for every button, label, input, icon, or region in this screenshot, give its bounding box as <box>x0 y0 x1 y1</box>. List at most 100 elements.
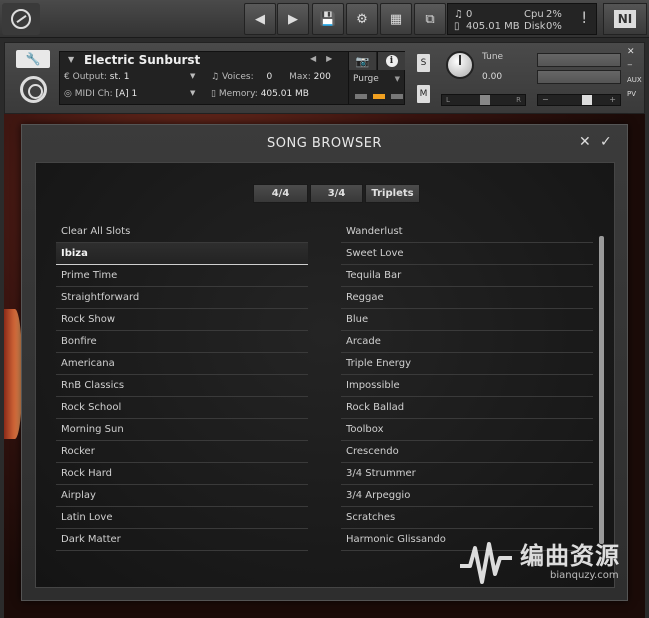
list-item[interactable]: Rock School <box>56 397 308 419</box>
list-item[interactable]: Latin Love <box>56 507 308 529</box>
mute-button[interactable]: M <box>417 85 430 103</box>
list-item[interactable]: Rock Show <box>56 309 308 331</box>
output-field[interactable]: € Output: st. 1 <box>64 72 129 82</box>
cpu-value: 2% <box>546 9 562 20</box>
tab-3-4[interactable]: 3/4 <box>310 184 363 203</box>
led-left <box>355 94 367 99</box>
alert-icon[interactable]: ! <box>581 10 587 26</box>
toolbar-memory: 405.01 MB <box>466 21 520 32</box>
tune-knob[interactable] <box>446 51 474 79</box>
purge-label: Purge <box>353 74 379 84</box>
list-item[interactable]: Rock Ballad <box>341 397 593 419</box>
watermark-logo-icon <box>460 542 512 584</box>
kontakt-instrument-icon[interactable] <box>20 76 47 103</box>
tune-label: Tune <box>482 52 504 62</box>
disk-label: Disk <box>524 21 546 32</box>
output-dropdown-icon[interactable]: ▼ <box>190 72 195 80</box>
chevron-down-icon[interactable]: ▼ <box>68 55 74 64</box>
next-icon[interactable]: ▶ <box>277 3 309 35</box>
list-item[interactable]: Arcade <box>341 331 593 353</box>
midi-channel-field[interactable]: ◎ MIDI Ch: [A] 1 <box>64 89 137 99</box>
scrollbar[interactable] <box>599 236 604 544</box>
list-item[interactable]: Prime Time <box>56 265 308 287</box>
close-instrument-icon[interactable]: ✕ <box>627 47 635 57</box>
list-item-clear-all-slots[interactable]: Clear All Slots <box>56 221 308 243</box>
pv-button[interactable]: PV <box>627 90 636 98</box>
tab-triplets[interactable]: Triplets <box>365 184 420 203</box>
minus-icon: − <box>542 95 549 104</box>
cpu-label: Cpu <box>524 9 544 20</box>
list-item[interactable]: Morning Sun <box>56 419 308 441</box>
list-item[interactable]: Crescendo <box>341 441 593 463</box>
list-item[interactable]: Dark Matter <box>56 529 308 551</box>
list-item[interactable]: RnB Classics <box>56 375 308 397</box>
ni-logo[interactable]: NI <box>603 3 647 35</box>
kontakt-logo-icon[interactable] <box>2 3 40 35</box>
wrench-icon[interactable]: 🔧 <box>16 50 50 68</box>
watermark: 编曲资源 bianquzy.com <box>458 532 638 588</box>
instrument-name-box: ▼ Electric Sunburst ◀▶ 📷 i € Output: st.… <box>59 51 405 105</box>
list-item[interactable]: Sweet Love <box>341 243 593 265</box>
purge-menu[interactable]: Purge ▼ <box>348 70 405 105</box>
led-right <box>391 94 403 99</box>
toolbar-voices: 0 <box>466 9 473 20</box>
list-item[interactable]: Rocker <box>56 441 308 463</box>
voices-icon: ♫ <box>454 9 463 20</box>
tab-4-4[interactable]: 4/4 <box>253 184 308 203</box>
camera-icon[interactable]: 📷 <box>348 52 376 70</box>
list-item[interactable]: Tequila Bar <box>341 265 593 287</box>
list-item[interactable]: Scratches <box>341 507 593 529</box>
instrument-nav-arrows-icon[interactable]: ◀▶ <box>310 54 342 63</box>
layout-icon[interactable]: ▦ <box>380 3 412 35</box>
level-meter-left <box>537 53 621 67</box>
kontakt-toolbar: ◀ ▶ 💾 ⚙ ▦ ⧉ ♫ 0 ▯ 405.01 MB Cpu 2% Disk … <box>0 0 649 38</box>
solo-button[interactable]: S <box>417 54 430 72</box>
previous-icon[interactable]: ◀ <box>244 3 276 35</box>
list-item[interactable]: Straightforward <box>56 287 308 309</box>
aux-button[interactable]: AUX <box>627 76 642 84</box>
pan-handle[interactable] <box>480 95 490 105</box>
list-item[interactable]: Bonfire <box>56 331 308 353</box>
list-item[interactable]: 3/4 Strummer <box>341 463 593 485</box>
tune-value: 0.00 <box>482 72 503 82</box>
watermark-url: bianquzy.com <box>550 570 619 581</box>
voices-icon: ♫ <box>211 72 220 82</box>
save-icon[interactable]: 💾 <box>312 3 344 35</box>
time-signature-tabs: 4/4 3/4 Triplets <box>253 184 420 203</box>
instrument-name[interactable]: Electric Sunburst <box>84 53 200 67</box>
instrument-header: 🔧 ▼ Electric Sunburst ◀▶ 📷 i € Output: s… <box>4 42 645 114</box>
list-item[interactable]: Reggae <box>341 287 593 309</box>
memory-field: ▯ Memory: 405.01 MB <box>211 89 309 99</box>
watermark-text: 编曲资源 <box>520 542 620 570</box>
list-item[interactable]: Blue <box>341 309 593 331</box>
list-item[interactable]: Impossible <box>341 375 593 397</box>
pan-slider[interactable]: L R <box>441 94 526 106</box>
midi-dropdown-icon[interactable]: ▼ <box>190 89 195 97</box>
purge-leds <box>355 94 403 99</box>
memory-icon: ▯ <box>211 89 216 99</box>
list-item[interactable]: Toolbox <box>341 419 593 441</box>
disk-value: 0% <box>546 21 562 32</box>
info-icon[interactable]: i <box>377 52 405 70</box>
gear-icon[interactable]: ⚙ <box>346 3 378 35</box>
memory-icon: ▯ <box>454 21 460 32</box>
close-icon[interactable]: ✕ <box>579 134 591 150</box>
chevron-down-icon: ▼ <box>394 75 400 83</box>
list-item[interactable]: 3/4 Arpeggio <box>341 485 593 507</box>
volume-handle[interactable] <box>582 95 592 105</box>
list-item[interactable]: Americana <box>56 353 308 375</box>
guitar-image <box>4 309 22 439</box>
list-item[interactable]: Airplay <box>56 485 308 507</box>
list-item[interactable]: Triple Energy <box>341 353 593 375</box>
system-info: ♫ 0 ▯ 405.01 MB Cpu 2% Disk 0% ! <box>447 3 597 35</box>
checkmark-icon[interactable]: ✓ <box>600 134 612 150</box>
output-icon: € <box>64 72 70 82</box>
resize-icon[interactable]: ⧉ <box>414 3 446 35</box>
list-item[interactable]: Wanderlust <box>341 221 593 243</box>
minimize-icon[interactable]: − <box>627 61 633 69</box>
song-browser-panel: 4/4 3/4 Triplets Clear All Slots Ibiza P… <box>35 162 615 588</box>
list-item-selected[interactable]: Ibiza <box>56 243 308 265</box>
volume-slider[interactable]: − + <box>537 94 621 106</box>
midi-icon: ◎ <box>64 89 72 99</box>
list-item[interactable]: Rock Hard <box>56 463 308 485</box>
